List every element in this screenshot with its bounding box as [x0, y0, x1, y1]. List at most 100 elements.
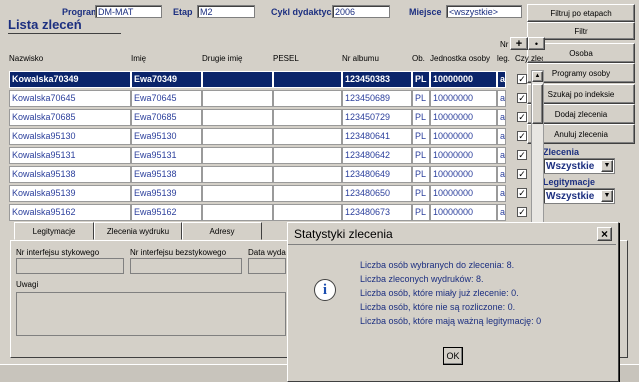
cell-pesel[interactable]: [273, 185, 342, 202]
cell-pesel[interactable]: [273, 128, 342, 145]
miejsce-field[interactable]: <wszystkie>: [446, 5, 522, 18]
table-row[interactable]: Kowalska95130 Ewa95130 123480641 PL 10000000…: [9, 127, 527, 146]
ordered-checkbox[interactable]: ✓: [517, 188, 527, 198]
uwagi-field[interactable]: [16, 292, 286, 336]
tab-adresy[interactable]: Adresy: [182, 222, 262, 240]
ordered-checkbox[interactable]: ✓: [517, 169, 527, 179]
cell-nazwisko[interactable]: Kowalska95130: [9, 128, 131, 145]
table-row[interactable]: Kowalska70645 Ewa70645 123450689 PL 10000000…: [9, 89, 527, 108]
etap-field[interactable]: M2: [197, 5, 255, 18]
cell-drugie[interactable]: [202, 204, 273, 221]
cell-pesel[interactable]: [273, 166, 342, 183]
cell-drugie[interactable]: [202, 128, 273, 145]
cell-imie[interactable]: Ewa95139: [131, 185, 202, 202]
cell-album[interactable]: 123450689: [342, 90, 412, 107]
cell-drugie[interactable]: [202, 166, 273, 183]
ordered-checkbox[interactable]: ✓: [517, 207, 527, 217]
tab-zlecenia-wydruku[interactable]: Zlecenia wydruku: [94, 222, 182, 240]
table-row[interactable]: Kowalska95162 Ewa95162 123480673 PL 10000000…: [9, 203, 527, 222]
table-row[interactable]: Kowalska70349 Ewa70349 123450383 PL 10000000…: [9, 70, 527, 89]
cell-leg[interactable]: a: [497, 90, 506, 107]
cell-nazwisko[interactable]: Kowalska70685: [9, 109, 131, 126]
cell-ob[interactable]: PL: [412, 109, 430, 126]
chevron-down-icon[interactable]: ▼: [601, 190, 613, 202]
cell-album[interactable]: 123480641: [342, 128, 412, 145]
scroll-thumb[interactable]: [532, 84, 543, 124]
cell-imie[interactable]: Ewa95130: [131, 128, 202, 145]
cell-ob[interactable]: PL: [412, 166, 430, 183]
cell-leg[interactable]: a: [497, 147, 506, 164]
ordered-checkbox[interactable]: ✓: [517, 74, 527, 84]
cell-leg[interactable]: a: [497, 71, 506, 88]
legitymacje-select[interactable]: Wszystkie ▼: [543, 188, 615, 204]
cell-nazwisko[interactable]: Kowalska95131: [9, 147, 131, 164]
cell-drugie[interactable]: [202, 90, 273, 107]
cell-ob[interactable]: PL: [412, 90, 430, 107]
grid-scrollbar[interactable]: ▲ ▼: [531, 70, 544, 244]
cell-imie[interactable]: Ewa95138: [131, 166, 202, 183]
cell-imie[interactable]: Ewa95131: [131, 147, 202, 164]
cykl-field[interactable]: 2006: [332, 5, 390, 18]
cell-nazwisko[interactable]: Kowalska70645: [9, 90, 131, 107]
cell-nazwisko[interactable]: Kowalska95139: [9, 185, 131, 202]
cell-drugie[interactable]: [202, 185, 273, 202]
nr-bezstyk-field[interactable]: [130, 258, 242, 274]
cell-leg[interactable]: a: [497, 166, 506, 183]
ordered-checkbox[interactable]: ✓: [517, 150, 527, 160]
cell-jednostka[interactable]: 10000000: [430, 128, 497, 145]
cell-drugie[interactable]: [202, 71, 273, 88]
cell-leg[interactable]: a: [497, 204, 506, 221]
cell-jednostka[interactable]: 10000000: [430, 166, 497, 183]
cell-album[interactable]: 123480673: [342, 204, 412, 221]
cell-imie[interactable]: Ewa70349: [131, 71, 202, 88]
cell-drugie[interactable]: [202, 109, 273, 126]
cell-imie[interactable]: Ewa70685: [131, 109, 202, 126]
cell-jednostka[interactable]: 10000000: [430, 109, 497, 126]
zlecenia-select[interactable]: Wszystkie ▼: [543, 158, 615, 174]
cell-imie[interactable]: Ewa95162: [131, 204, 202, 221]
data-field[interactable]: [248, 258, 286, 274]
cell-album[interactable]: 123450383: [342, 71, 412, 88]
cell-ob[interactable]: PL: [412, 147, 430, 164]
cell-nazwisko[interactable]: Kowalska70349: [9, 71, 131, 88]
close-icon[interactable]: ×: [597, 227, 612, 241]
table-row[interactable]: Kowalska95139 Ewa95139 123480650 PL 10000000…: [9, 184, 527, 203]
cell-pesel[interactable]: [273, 147, 342, 164]
add-button[interactable]: +: [510, 37, 528, 50]
table-row[interactable]: Kowalska95131 Ewa95131 123480642 PL 10000000…: [9, 146, 527, 165]
program-field[interactable]: DM-MAT: [95, 5, 162, 18]
cell-leg[interactable]: a: [497, 109, 506, 126]
cell-jednostka[interactable]: 10000000: [430, 204, 497, 221]
table-row[interactable]: Kowalska95138 Ewa95138 123480649 PL 10000000…: [9, 165, 527, 184]
cell-pesel[interactable]: [273, 109, 342, 126]
cell-album[interactable]: 123450729: [342, 109, 412, 126]
cell-pesel[interactable]: [273, 90, 342, 107]
table-row[interactable]: Kowalska70685 Ewa70685 123450729 PL 10000000…: [9, 108, 527, 127]
ok-button[interactable]: OK: [443, 347, 463, 365]
scroll-up-icon[interactable]: ▲: [532, 71, 543, 82]
cell-ob[interactable]: PL: [412, 71, 430, 88]
cell-drugie[interactable]: [202, 147, 273, 164]
cell-ob[interactable]: PL: [412, 185, 430, 202]
cell-imie[interactable]: Ewa70645: [131, 90, 202, 107]
ordered-checkbox[interactable]: ✓: [517, 131, 527, 141]
cell-jednostka[interactable]: 10000000: [430, 71, 497, 88]
cell-pesel[interactable]: [273, 71, 342, 88]
cell-ob[interactable]: PL: [412, 128, 430, 145]
cell-album[interactable]: 123480649: [342, 166, 412, 183]
cell-ob[interactable]: PL: [412, 204, 430, 221]
filter-stages-button[interactable]: Filtruj po etapach: [527, 4, 635, 22]
cell-pesel[interactable]: [273, 204, 342, 221]
cell-jednostka[interactable]: 10000000: [430, 90, 497, 107]
small-dot-button[interactable]: •: [528, 37, 545, 50]
cell-nazwisko[interactable]: Kowalska95162: [9, 204, 131, 221]
cell-nazwisko[interactable]: Kowalska95138: [9, 166, 131, 183]
cell-album[interactable]: 123480650: [342, 185, 412, 202]
chevron-down-icon[interactable]: ▼: [601, 160, 613, 172]
cell-album[interactable]: 123480642: [342, 147, 412, 164]
cell-jednostka[interactable]: 10000000: [430, 185, 497, 202]
ordered-checkbox[interactable]: ✓: [517, 112, 527, 122]
nr-styk-field[interactable]: [16, 258, 124, 274]
cell-leg[interactable]: a: [497, 128, 506, 145]
ordered-checkbox[interactable]: ✓: [517, 93, 527, 103]
